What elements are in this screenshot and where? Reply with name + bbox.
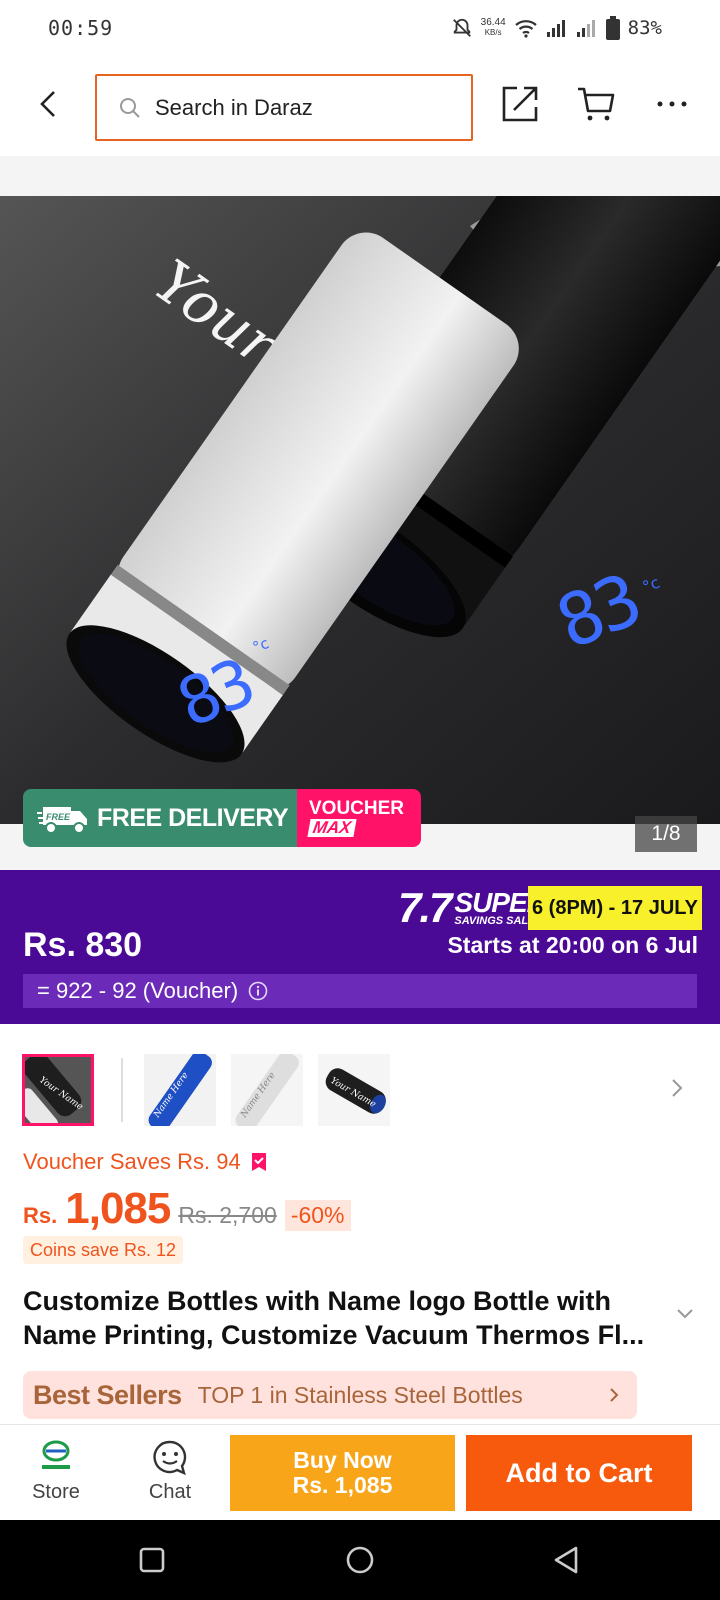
thumbnail-1[interactable]: Your Name: [22, 1054, 94, 1126]
search-icon: [120, 97, 140, 118]
campaign-bar[interactable]: 7.7 SUPER SAVINGS SALE 6 (8PM) - 17 JULY…: [0, 870, 720, 1024]
chevron-down-icon[interactable]: [676, 1308, 694, 1320]
signal-icon-2: [576, 20, 595, 37]
thumbnail-image: Name Here: [231, 1054, 303, 1126]
thumbnail-image: Name Here: [144, 1054, 216, 1126]
share-icon: [502, 86, 538, 122]
signal-icon: [546, 20, 565, 37]
free-badge-text: FREE: [46, 812, 71, 822]
thumbnail-divider: [121, 1058, 123, 1122]
store-logo-icon: [42, 1440, 70, 1469]
share-button[interactable]: [496, 80, 544, 128]
voucher-saves[interactable]: Voucher Saves Rs. 94: [23, 1149, 267, 1175]
bottom-action-bar: Store Chat Buy Now Rs. 1,085 Add to Cart: [0, 1424, 720, 1520]
chevron-right-icon[interactable]: [670, 1076, 684, 1100]
status-bar: 00:59 36.44 KB/s 83%: [0, 0, 720, 56]
battery-level: 83%: [627, 17, 662, 39]
product-photo: 83 °c Your Name 83 °c: [0, 196, 720, 824]
voucher-max-bottom: MAX: [307, 818, 357, 837]
back-arrow-icon: [40, 91, 55, 117]
promo-banner: FREE FREE DELIVERY VOUCHER MAX: [23, 789, 421, 847]
status-time: 00:59: [48, 16, 114, 40]
wifi-icon: [514, 20, 537, 38]
voucher-calc-text: = 922 - 92 (Voucher): [37, 978, 239, 1003]
campaign-starts: Starts at 20:00 on 6 Jul: [447, 932, 698, 958]
cart-icon: [578, 87, 615, 121]
thumbnail-image: Your Name: [25, 1057, 91, 1123]
buy-now-price: Rs. 1,085: [292, 1472, 393, 1498]
buy-now-label: Buy Now: [293, 1447, 392, 1473]
net-speed-unit: KB/s: [484, 28, 502, 37]
more-button[interactable]: [648, 80, 696, 128]
campaign-dates: 6 (8PM) - 17 JULY: [528, 886, 702, 930]
best-sellers-title: Best Sellers: [33, 1379, 182, 1410]
chevron-right-icon: [610, 1388, 619, 1402]
campaign-price: Rs. 830: [23, 926, 143, 964]
price-currency: Rs.: [23, 1203, 58, 1228]
mute-icon: [452, 18, 471, 37]
voucher-saves-text: Voucher Saves Rs. 94: [23, 1149, 241, 1174]
discount-badge: -60%: [284, 1200, 351, 1231]
free-delivery-text: FREE DELIVERY: [97, 803, 289, 832]
add-to-cart-button[interactable]: Add to Cart: [466, 1435, 692, 1511]
voucher-max-badge: VOUCHER MAX: [297, 789, 421, 847]
product-image-carousel[interactable]: 83 °c Your Name 83 °c: [0, 196, 720, 824]
chat-button[interactable]: Chat: [134, 1437, 206, 1513]
free-delivery-badge: FREE FREE DELIVERY: [23, 789, 297, 847]
delivery-truck-icon: FREE: [37, 807, 87, 834]
campaign-logo: 7.7 SUPER SAVINGS SALE: [398, 884, 547, 931]
original-price: Rs. 2,700: [178, 1202, 277, 1228]
best-sellers-banner[interactable]: Best Sellers TOP 1 in Stainless Steel Bo…: [23, 1371, 637, 1419]
search-input[interactable]: Search in Daraz: [95, 74, 473, 141]
top-nav: Search in Daraz: [0, 56, 720, 156]
voucher-max-top: VOUCHER: [309, 798, 405, 819]
more-icon: [657, 101, 687, 107]
thumbnail-2[interactable]: Name Here: [144, 1054, 216, 1126]
system-nav-bar: [0, 1520, 720, 1600]
product-title[interactable]: Customize Bottles with Name logo Bottle …: [23, 1284, 673, 1352]
thumbnail-3[interactable]: Name Here: [231, 1054, 303, 1126]
recents-button[interactable]: [132, 1540, 172, 1580]
thumbnail-4[interactable]: Your Name: [318, 1054, 390, 1126]
voucher-icon: [251, 1153, 266, 1171]
image-counter: 1/8: [635, 816, 697, 852]
nav-back-icon: [554, 1546, 578, 1574]
buy-now-button[interactable]: Buy Now Rs. 1,085: [230, 1435, 455, 1511]
price-row: Rs. 1,085 Rs. 2,700 -60%: [23, 1184, 351, 1236]
current-price: 1,085: [65, 1184, 171, 1233]
info-icon[interactable]: [248, 981, 268, 1001]
coins-save: Coins save Rs. 12: [23, 1236, 184, 1264]
best-sellers-text: TOP 1 in Stainless Steel Bottles: [197, 1381, 523, 1408]
chat-label: Chat: [148, 1481, 192, 1503]
header-divider: [0, 156, 720, 196]
chat-icon: [153, 1440, 187, 1476]
product-page: 00:59 36.44 KB/s 83% Search in Daraz 83 …: [0, 0, 720, 1600]
store-button[interactable]: Store: [20, 1437, 92, 1513]
search-placeholder: Search in Daraz: [155, 94, 313, 120]
status-icons: 36.44 KB/s 83%: [451, 14, 662, 42]
recents-icon: [139, 1547, 165, 1573]
campaign-logo-number: 7.7: [398, 884, 452, 931]
back-button[interactable]: [28, 82, 68, 126]
variant-thumbnails: Your Name Name Here Name Here Your Name: [0, 1052, 720, 1128]
cart-button[interactable]: [572, 80, 620, 128]
home-icon: [346, 1546, 374, 1574]
net-speed: 36.44 KB/s: [481, 18, 506, 38]
thumbnail-image: Your Name: [318, 1054, 390, 1126]
store-label: Store: [32, 1481, 80, 1503]
net-speed-value: 36.44: [480, 17, 506, 28]
battery-icon: [605, 16, 620, 40]
campaign-voucher-calc[interactable]: = 922 - 92 (Voucher): [23, 974, 697, 1008]
home-button[interactable]: [340, 1540, 380, 1580]
nav-back-button[interactable]: [546, 1540, 586, 1580]
